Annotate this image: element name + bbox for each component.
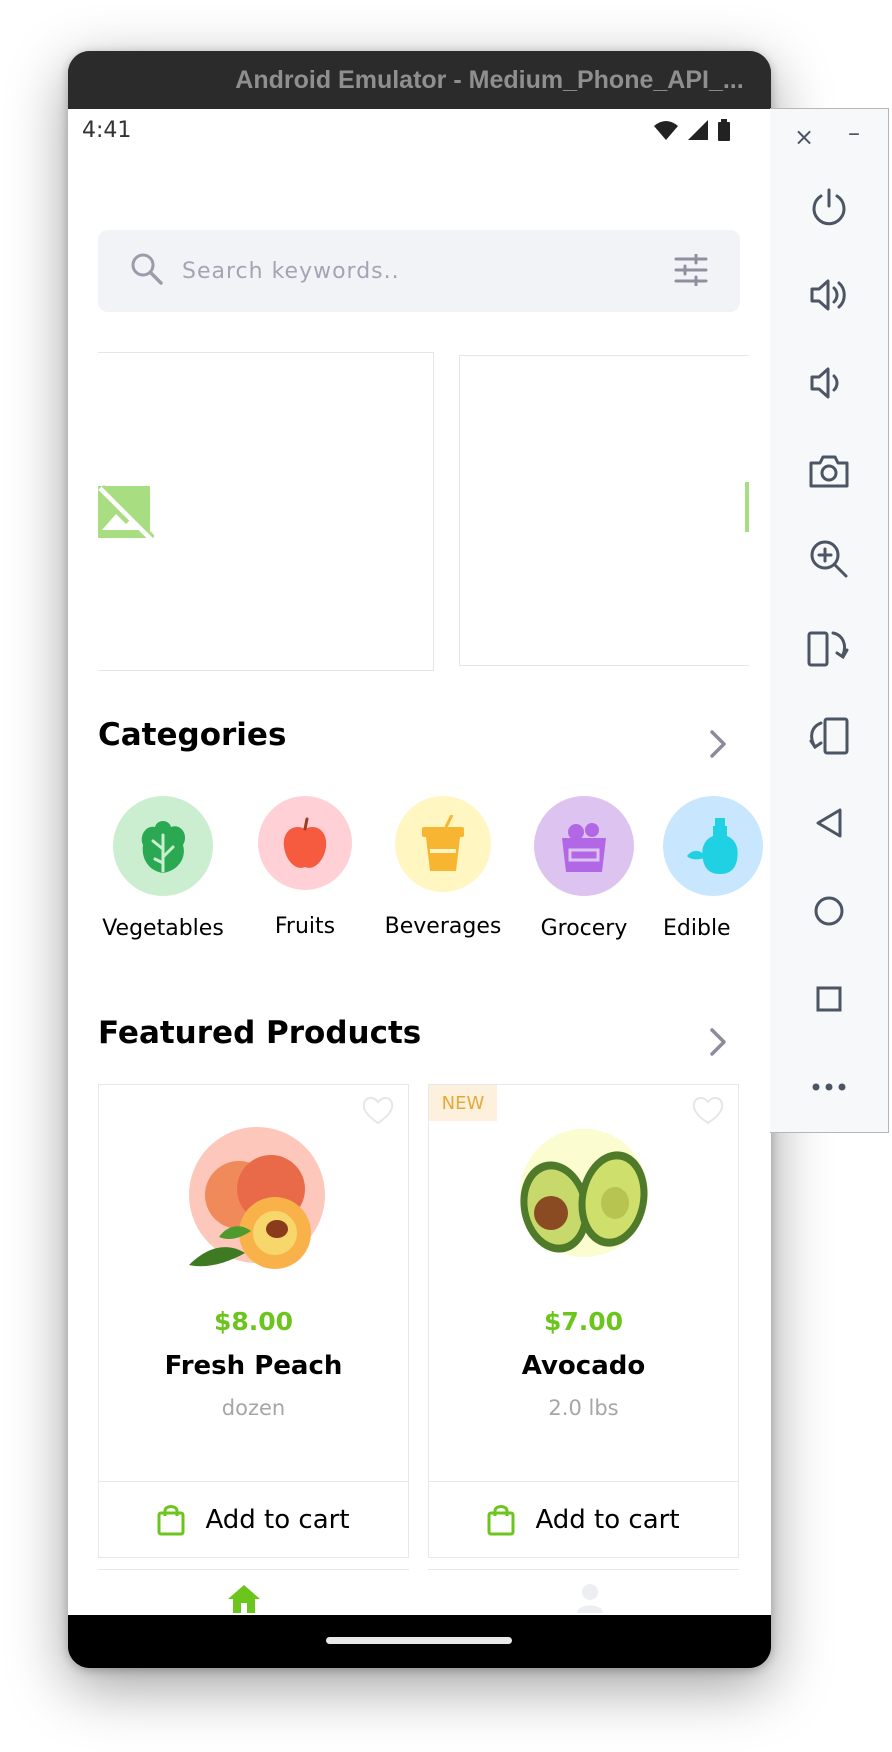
- add-to-cart-label: Add to cart: [535, 1504, 680, 1535]
- rotate-left-icon: [809, 717, 849, 755]
- rotate-left-button[interactable]: [804, 710, 854, 760]
- back-triangle-icon: [816, 808, 842, 838]
- product-price: $8.00: [213, 1307, 294, 1336]
- volume-up-icon: [810, 279, 846, 311]
- home-icon[interactable]: [226, 1583, 262, 1615]
- search-bar[interactable]: [98, 230, 740, 312]
- toolbar-window-controls: × –: [770, 119, 888, 153]
- add-to-cart-button[interactable]: Add to cart: [99, 1481, 408, 1557]
- category-label: Grocery: [540, 916, 628, 941]
- new-badge: NEW: [429, 1085, 497, 1121]
- volume-down-icon: [810, 367, 839, 399]
- product-card-partial: [98, 1569, 409, 1573]
- promo-banner[interactable]: [459, 355, 749, 666]
- window-title-bar[interactable]: Android Emulator - Medium_Phone_API_...: [68, 51, 771, 109]
- heart-icon[interactable]: [692, 1095, 724, 1125]
- close-icon[interactable]: ×: [794, 123, 814, 151]
- category-grocery[interactable]: Grocery: [519, 796, 649, 941]
- product-price: $7.00: [543, 1307, 624, 1336]
- product-card[interactable]: NEW $7.00 Avocado 2.0 lbs Add to cart: [428, 1084, 739, 1558]
- banner-image-edge: [745, 482, 749, 532]
- featured-products-title: Featured Products: [98, 1015, 422, 1051]
- category-icon-circle: [395, 796, 491, 892]
- product-card[interactable]: $8.00 Fresh Peach dozen Add to cart: [98, 1084, 409, 1558]
- volume-up-button[interactable]: [804, 270, 854, 320]
- product-unit: 2.0 lbs: [548, 1396, 619, 1420]
- categories-title: Categories: [98, 717, 287, 753]
- promo-banner[interactable]: [98, 352, 434, 671]
- category-label: Beverages: [384, 914, 502, 939]
- category-icon-circle: [534, 796, 634, 896]
- oil-bottle-icon: [687, 818, 738, 874]
- peach-product-image: [189, 1127, 325, 1269]
- filter-icon[interactable]: [674, 254, 708, 286]
- wifi-icon: [654, 121, 678, 140]
- emulator-toolbar: × –: [770, 108, 889, 1133]
- more-button[interactable]: [804, 1062, 854, 1112]
- categories-more-chevron-icon[interactable]: [707, 729, 729, 759]
- profile-icon[interactable]: [575, 1583, 605, 1615]
- add-to-cart-label: Add to cart: [205, 1504, 350, 1535]
- gesture-nav-bar: [68, 1615, 771, 1668]
- apple-icon: [283, 817, 327, 868]
- status-time: 4:41: [82, 118, 132, 143]
- home-circle-icon: [814, 896, 844, 926]
- rotate-right-button[interactable]: [804, 622, 854, 672]
- power-button[interactable]: [804, 182, 854, 232]
- overview-button[interactable]: [804, 974, 854, 1024]
- search-input[interactable]: [182, 250, 642, 292]
- camera-icon: [809, 455, 849, 488]
- category-label: Vegetables: [102, 916, 224, 941]
- lettuce-icon: [141, 821, 186, 873]
- product-card-partial: [428, 1569, 739, 1573]
- home-button[interactable]: [804, 886, 854, 936]
- search-icon: [131, 253, 163, 285]
- window-title: Android Emulator - Medium_Phone_API_...: [235, 65, 744, 94]
- category-icon-circle: [258, 796, 352, 890]
- category-label: Edible: [663, 916, 731, 941]
- avocado-product-image: [520, 1129, 648, 1257]
- category-vegetables[interactable]: Vegetables: [98, 796, 228, 941]
- zoom-button[interactable]: [804, 534, 854, 584]
- category-edible[interactable]: Edible: [649, 796, 771, 941]
- emulator-window: Android Emulator - Medium_Phone_API_... …: [68, 51, 771, 1668]
- screenshot-button[interactable]: [804, 446, 854, 496]
- signal-icon: [688, 120, 708, 140]
- minimize-icon[interactable]: –: [848, 119, 860, 147]
- featured-more-chevron-icon[interactable]: [707, 1027, 729, 1057]
- juice-icon: [422, 815, 464, 871]
- battery-icon: [718, 119, 730, 141]
- product-name: Fresh Peach: [164, 1351, 343, 1381]
- shopping-bag-icon: [487, 1504, 515, 1535]
- category-icon-circle: [663, 796, 763, 896]
- rotate-right-icon: [807, 631, 849, 667]
- category-beverages[interactable]: Beverages: [378, 796, 508, 939]
- volume-down-button[interactable]: [804, 358, 854, 408]
- heart-icon[interactable]: [362, 1095, 394, 1125]
- add-to-cart-button[interactable]: Add to cart: [429, 1481, 738, 1557]
- product-unit: dozen: [221, 1396, 286, 1420]
- category-icon-circle: [113, 796, 213, 896]
- zoom-in-icon: [810, 540, 848, 578]
- shopping-bag-icon: [157, 1504, 185, 1535]
- category-label: Fruits: [274, 914, 336, 939]
- product-name: Avocado: [521, 1351, 646, 1381]
- grocery-basket-icon: [562, 823, 606, 872]
- bottom-navigation: [68, 1575, 771, 1615]
- status-bar: 4:41: [68, 109, 771, 151]
- back-button[interactable]: [804, 798, 854, 848]
- power-icon: [812, 188, 846, 226]
- overview-square-icon: [816, 986, 842, 1012]
- broken-image-icon: [98, 484, 154, 542]
- home-gesture-handle[interactable]: [326, 1637, 512, 1644]
- more-dots-icon: [812, 1083, 846, 1091]
- status-icons: [653, 119, 731, 141]
- device-screen: 4:41 Search keywords.. Categories Vegeta…: [68, 109, 771, 1615]
- category-fruits[interactable]: Fruits: [240, 796, 370, 939]
